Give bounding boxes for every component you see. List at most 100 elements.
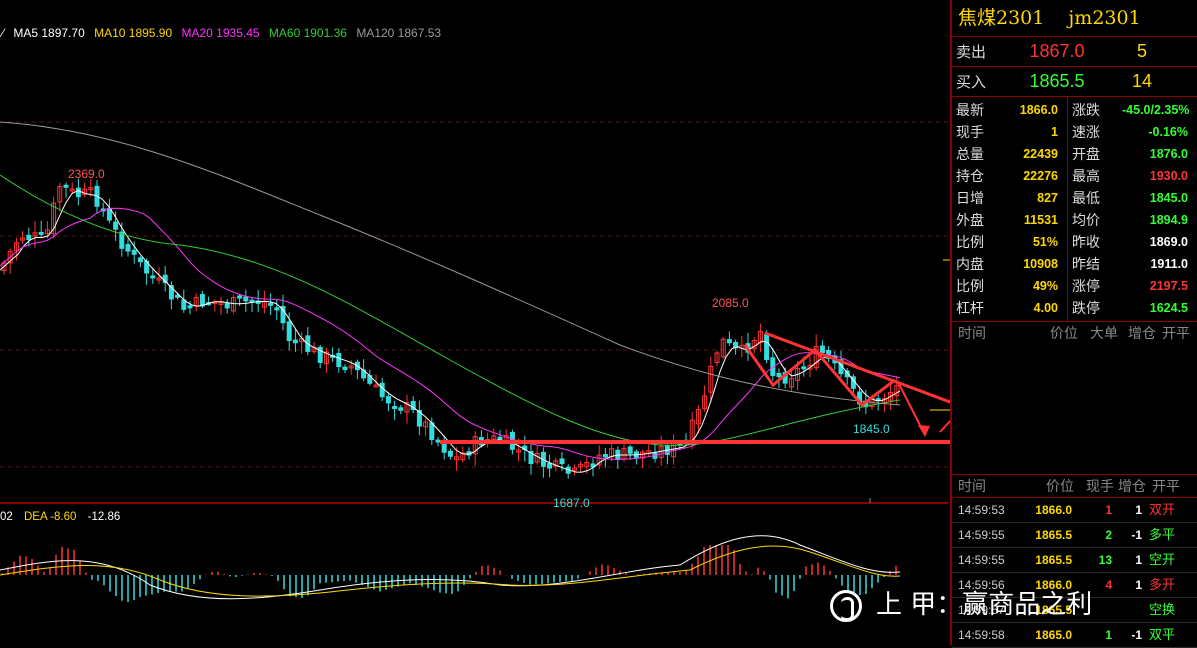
tick-openclose: 双平 <box>1148 627 1175 642</box>
tick-header-time: 时间 <box>958 478 986 494</box>
candle-body <box>776 372 782 378</box>
candle-body <box>379 382 385 398</box>
stat-value: 1866.0 <box>1019 103 1058 117</box>
stat-value-2: -45.0/2.35% <box>1122 103 1190 117</box>
tick-vol: 1 <box>1105 503 1112 517</box>
big-header-price: 价位 <box>1050 325 1078 341</box>
stat-value: 4.00 <box>1033 301 1058 315</box>
candle-body <box>243 296 249 302</box>
tick-price: 1865.5 <box>1035 553 1072 567</box>
sell-label: 卖出 <box>956 44 987 61</box>
candle-body <box>602 454 608 458</box>
stat-key: 外盘 <box>956 212 984 228</box>
stat-value-2: 2197.5 <box>1149 279 1188 293</box>
macd-label: -12.86 <box>87 511 121 523</box>
sell-price: 1867.0 <box>1029 41 1085 61</box>
tick-price: 1865.5 <box>1035 528 1072 542</box>
candle-body <box>268 302 274 306</box>
kline-canvas[interactable]: 2369.0 2085.0 1687.0 1845.0 <box>0 0 950 645</box>
big-header-big: 大单 <box>1090 325 1118 341</box>
candle-body <box>137 257 143 263</box>
candle-body <box>627 446 633 454</box>
stat-key: 比例 <box>956 278 984 294</box>
stat-key: 日增 <box>956 190 984 206</box>
arrow-down-head <box>918 425 930 437</box>
tick-header-add: 增仓 <box>1118 478 1146 494</box>
candle-body <box>125 244 131 252</box>
stat-value-2: -0.16% <box>1148 125 1188 139</box>
tick-openclose: 空换 <box>1148 602 1175 617</box>
tick-vol: 13 <box>1098 553 1112 567</box>
buy-label: 买入 <box>956 74 987 91</box>
big-header-time: 时间 <box>958 325 986 341</box>
candle-body <box>292 339 298 344</box>
buy-price: 1865.5 <box>1029 71 1085 91</box>
tick-add <box>1112 598 1142 622</box>
stat-value-2: 1624.5 <box>1149 301 1188 315</box>
watermark: 上 甲：赢商品之利 <box>830 584 1092 622</box>
big-header-add: 增仓 <box>1128 325 1156 341</box>
stat-value: 51% <box>1032 235 1058 249</box>
tick-vol: 2 <box>1105 528 1112 542</box>
dif-line <box>0 535 901 600</box>
ma60-label: MA60 1901.36 <box>268 26 347 40</box>
tick-header-openclose: 开平 <box>1152 478 1180 494</box>
candle-body <box>199 294 205 307</box>
tick-openclose: 多平 <box>1148 527 1175 542</box>
tick-add: 1 <box>1135 503 1142 517</box>
candle-body <box>113 221 119 230</box>
stat-key: 最新 <box>956 102 984 118</box>
candle-body <box>224 303 230 309</box>
candle-body <box>392 406 398 410</box>
stat-key: 比例 <box>956 234 984 250</box>
tick-row: 14:59:58 1865.0 1 -1 双平 <box>952 623 1197 648</box>
instrument-name: 焦煤2301 <box>958 7 1045 29</box>
kline-chart[interactable]: 2369.0 2085.0 1687.0 1845.0 ⁄ MA5 1897.70 M… <box>0 0 950 645</box>
candle-body <box>336 353 342 368</box>
quote-panel: 焦煤2301 jm2301 卖出 1867.0 5 买入 1865.5 14 最… <box>950 0 1197 648</box>
stat-key: 内盘 <box>956 256 984 272</box>
ma-legend: ⁄ MA5 1897.70 MA10 1895.90 MA20 1935.45 … <box>2 26 447 40</box>
tick-add: 1 <box>1135 578 1142 592</box>
tick-header: 时间 价位 现手 增仓 开平 <box>952 474 1197 498</box>
buy-volume: 14 <box>1131 71 1153 91</box>
low-label-2: 1845.0 <box>853 422 890 436</box>
stat-row: 现手 1 速涨 -0.16% <box>952 121 1197 143</box>
tick-price: 1866.0 <box>1035 503 1072 517</box>
ma5-label: MA5 1897.70 <box>13 26 85 40</box>
candle-body <box>187 305 193 309</box>
stat-key: 现手 <box>956 124 984 140</box>
candle-body <box>559 458 565 465</box>
candle-body <box>26 234 32 241</box>
sell-row[interactable]: 卖出 1867.0 5 <box>952 37 1197 67</box>
candle-body <box>342 366 348 371</box>
tick-openclose: 双开 <box>1148 502 1175 517</box>
stat-row: 外盘 11531 均价 1894.9 <box>952 209 1197 231</box>
stat-value: 10908 <box>1023 257 1058 271</box>
dea-line <box>0 545 901 597</box>
tick-row: 14:59:55 1865.5 13 1 空开 <box>952 548 1197 573</box>
stat-value: 22276 <box>1023 169 1058 183</box>
stat-value: 49% <box>1032 279 1058 293</box>
candle-body <box>274 307 280 311</box>
stat-value: 11531 <box>1023 213 1058 227</box>
ma60-line <box>0 174 901 447</box>
low-label-1: 1687.0 <box>553 496 590 510</box>
ma120-label: MA120 1867.53 <box>356 26 442 40</box>
candle-body <box>286 321 292 342</box>
tick-openclose: 空开 <box>1148 552 1175 567</box>
stat-value: 1 <box>1051 125 1058 139</box>
dif-label: 02 <box>0 511 13 523</box>
tick-list[interactable]: 时间 价位 现手 增仓 开平 14:59:53 1866.0 1 1 双开 14:59:5… <box>952 474 1197 648</box>
candle-body <box>38 231 44 235</box>
logo-icon <box>830 589 862 622</box>
stat-row: 总量 22439 开盘 1876.0 <box>952 143 1197 165</box>
tick-row: 14:59:55 1865.5 2 -1 多平 <box>952 523 1197 548</box>
stat-value-2: 1845.0 <box>1149 191 1188 205</box>
buy-row[interactable]: 买入 1865.5 14 <box>952 67 1197 97</box>
ma20-label: MA20 1935.45 <box>181 26 260 40</box>
tick-add: -1 <box>1131 628 1142 642</box>
stat-value-2: 1911.0 <box>1150 257 1188 271</box>
candle-body <box>150 275 156 279</box>
candle-body <box>547 462 553 469</box>
